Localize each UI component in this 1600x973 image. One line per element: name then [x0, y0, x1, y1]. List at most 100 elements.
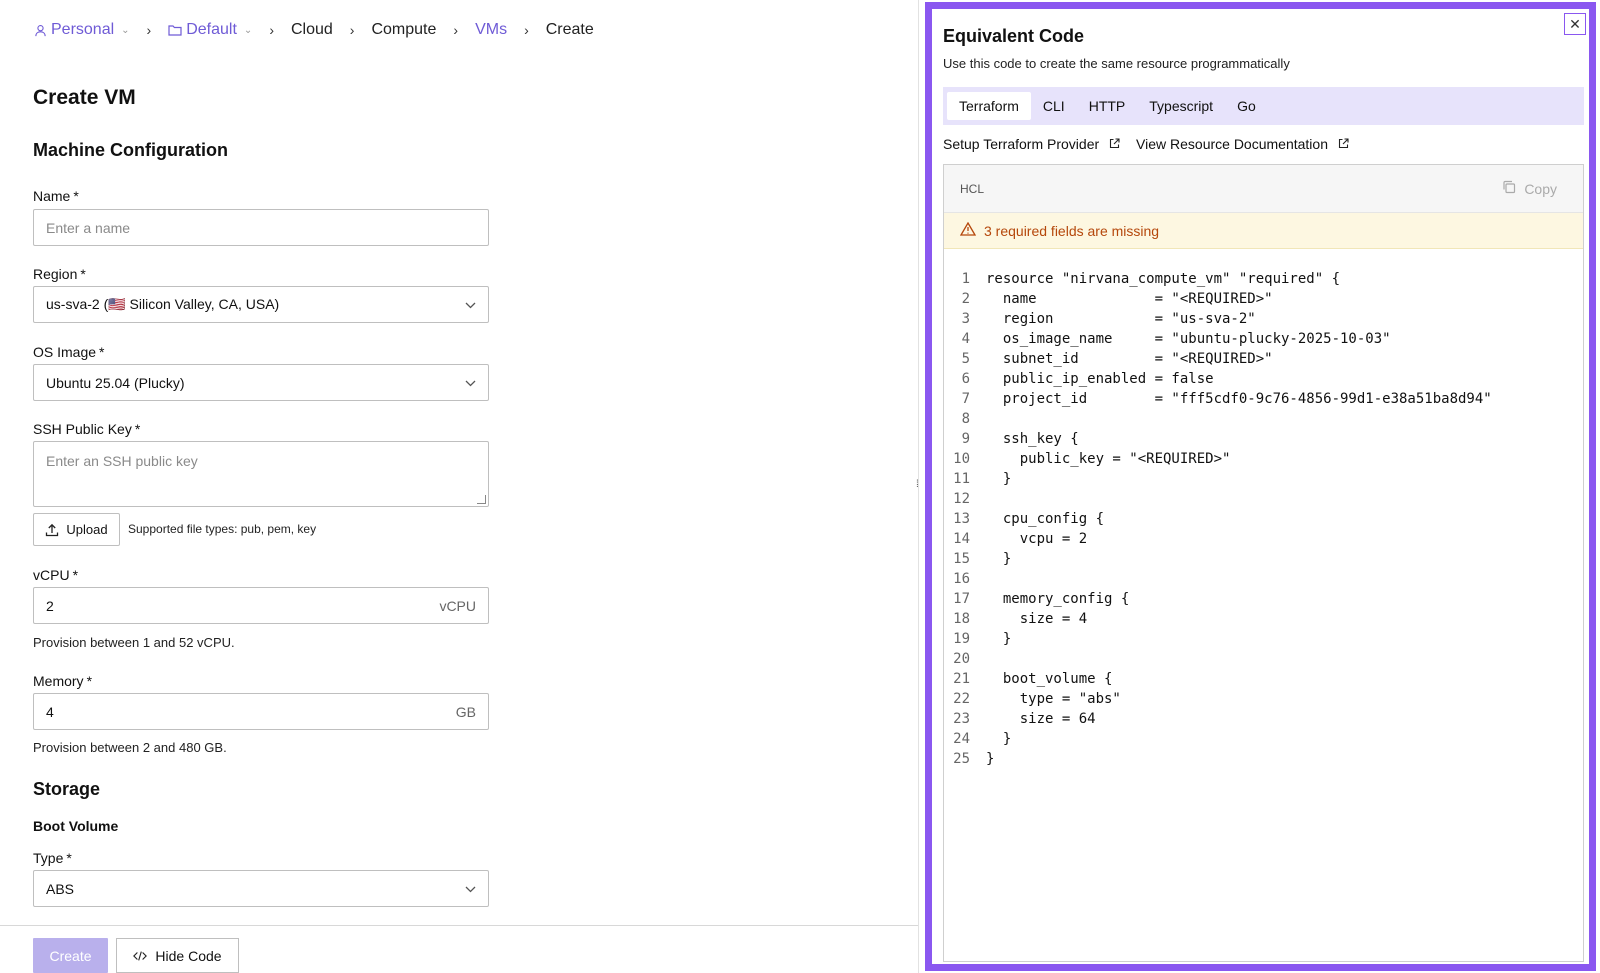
line-code: subnet_id = "<REQUIRED>"	[986, 351, 1273, 367]
hide-code-button[interactable]: Hide Code	[116, 938, 239, 973]
copy-button[interactable]: Copy	[1502, 180, 1557, 197]
code-line: 21 boot_volume {	[944, 669, 1583, 689]
line-code: }	[986, 471, 1012, 487]
chevron-down-icon	[465, 376, 476, 390]
breadcrumb-separator: ›	[146, 22, 152, 38]
code-line: 20	[944, 649, 1583, 669]
tab-cli[interactable]: CLI	[1031, 92, 1077, 120]
line-code: type = "abs"	[986, 691, 1121, 707]
storage-heading: Storage	[33, 779, 101, 799]
line-code: resource "nirvana_compute_vm" "required"…	[986, 271, 1341, 287]
line-number: 19	[953, 631, 970, 647]
upload-button-label: Upload	[66, 522, 108, 537]
language-tabs: Terraform CLI HTTP Typescript Go	[943, 87, 1584, 125]
line-number: 23	[953, 711, 970, 727]
upload-hint: Supported file types: pub, pem, key	[128, 522, 317, 536]
code-line: 16	[944, 569, 1583, 589]
external-link-icon	[1338, 138, 1349, 152]
breadcrumb-separator: ›	[349, 22, 355, 38]
memory-input[interactable]: 4 GB	[33, 693, 489, 730]
code-language-label: HCL	[960, 181, 985, 196]
line-number: 4	[961, 331, 970, 347]
breadcrumb-personal[interactable]: Personal ⌄	[33, 21, 130, 39]
line-code: region = "us-sva-2"	[986, 311, 1256, 327]
doc-links: Setup Terraform Provider View Resource D…	[943, 136, 1349, 152]
folder-icon	[168, 23, 182, 37]
line-code: name = "<REQUIRED>"	[986, 291, 1273, 307]
ssh-key-placeholder: Enter an SSH public key	[46, 453, 198, 469]
breadcrumb-default[interactable]: Default ⌄	[168, 21, 252, 39]
code-line: 13 cpu_config {	[944, 509, 1583, 529]
line-number: 24	[953, 731, 970, 747]
line-code: size = 64	[986, 711, 1096, 727]
code-line: 8	[944, 409, 1583, 429]
code-line: 5 subnet_id = "<REQUIRED>"	[944, 349, 1583, 369]
line-number: 13	[953, 511, 970, 527]
breadcrumb-separator: ›	[453, 22, 459, 38]
close-icon: ✕	[1569, 15, 1581, 32]
code-line: 2 name = "<REQUIRED>"	[944, 289, 1583, 309]
upload-button[interactable]: Upload	[33, 513, 120, 546]
line-code: memory_config {	[986, 591, 1130, 607]
region-label: Region *	[33, 266, 86, 282]
breadcrumb-default-label: Default	[186, 21, 237, 38]
line-code: ssh_key {	[986, 431, 1079, 447]
region-select[interactable]: us-sva-2 (🇺🇸 Silicon Valley, CA, USA)	[33, 286, 489, 323]
vcpu-input[interactable]: 2 vCPU	[33, 587, 489, 624]
resource-docs-link[interactable]: View Resource Documentation	[1136, 136, 1349, 152]
line-number: 21	[953, 671, 970, 687]
code-line: 18 size = 4	[944, 609, 1583, 629]
line-number: 15	[953, 551, 970, 567]
line-number: 18	[953, 611, 970, 627]
chevron-down-icon: ⌄	[121, 24, 130, 36]
breadcrumb-vms[interactable]: VMs	[475, 21, 507, 39]
os-image-label: OS Image *	[33, 344, 105, 360]
vcpu-label: vCPU *	[33, 567, 79, 583]
line-number: 20	[953, 651, 970, 667]
breadcrumb-cloud[interactable]: Cloud	[291, 21, 333, 39]
code-icon	[133, 949, 148, 963]
code-line: 4 os_image_name = "ubuntu-plucky-2025-10…	[944, 329, 1583, 349]
line-number: 17	[953, 591, 970, 607]
drag-handle-icon[interactable]: ⁞	[916, 480, 922, 496]
resize-handle[interactable]	[477, 495, 486, 504]
name-input[interactable]: Enter a name	[33, 209, 489, 246]
os-image-select[interactable]: Ubuntu 25.04 (Plucky)	[33, 364, 489, 401]
line-code: }	[986, 751, 995, 767]
code-line: 25}	[944, 749, 1583, 769]
tab-terraform[interactable]: Terraform	[947, 92, 1031, 120]
breadcrumb-personal-label: Personal	[51, 21, 115, 38]
breadcrumb-create: Create	[545, 21, 594, 38]
setup-provider-link[interactable]: Setup Terraform Provider	[943, 136, 1120, 152]
tab-go[interactable]: Go	[1225, 92, 1268, 120]
chevron-down-icon: ⌄	[243, 24, 253, 36]
vcpu-help: Provision between 1 and 52 vCPU.	[33, 635, 235, 650]
os-image-value: Ubuntu 25.04 (Plucky)	[46, 374, 185, 391]
chevron-down-icon	[465, 298, 476, 312]
line-code: }	[986, 551, 1012, 567]
line-number: 9	[961, 431, 970, 447]
code-block: HCL Copy 3 required fields are missing 1…	[943, 164, 1584, 962]
line-number: 3	[961, 311, 970, 327]
code-line: 7 project_id = "fff5cdf0-9c76-4856-99d1-…	[944, 389, 1583, 409]
line-code: public_ip_enabled = false	[986, 371, 1214, 387]
breadcrumb-separator: ›	[524, 22, 529, 38]
tab-typescript[interactable]: Typescript	[1137, 92, 1225, 120]
ssh-key-label: SSH Public Key *	[33, 421, 141, 437]
line-number: 2	[961, 291, 970, 307]
volume-type-value: ABS	[46, 880, 75, 897]
code-line: 11 }	[944, 469, 1583, 489]
panel-title: Equivalent Code	[943, 26, 1085, 46]
line-number: 11	[953, 471, 970, 487]
code-line: 22 type = "abs"	[944, 689, 1583, 709]
volume-type-select[interactable]: ABS	[33, 870, 489, 907]
tab-http[interactable]: HTTP	[1077, 92, 1138, 120]
create-button[interactable]: Create	[33, 938, 108, 973]
line-number: 6	[961, 371, 970, 387]
close-button[interactable]: ✕	[1564, 13, 1586, 35]
breadcrumb-compute[interactable]: Compute	[371, 21, 436, 39]
page-title: Create VM	[33, 86, 136, 109]
equivalent-code-panel: ✕ Equivalent Code Use this code to creat…	[925, 2, 1596, 971]
ssh-key-textarea[interactable]: Enter an SSH public key	[33, 441, 489, 507]
line-number: 10	[953, 451, 970, 467]
